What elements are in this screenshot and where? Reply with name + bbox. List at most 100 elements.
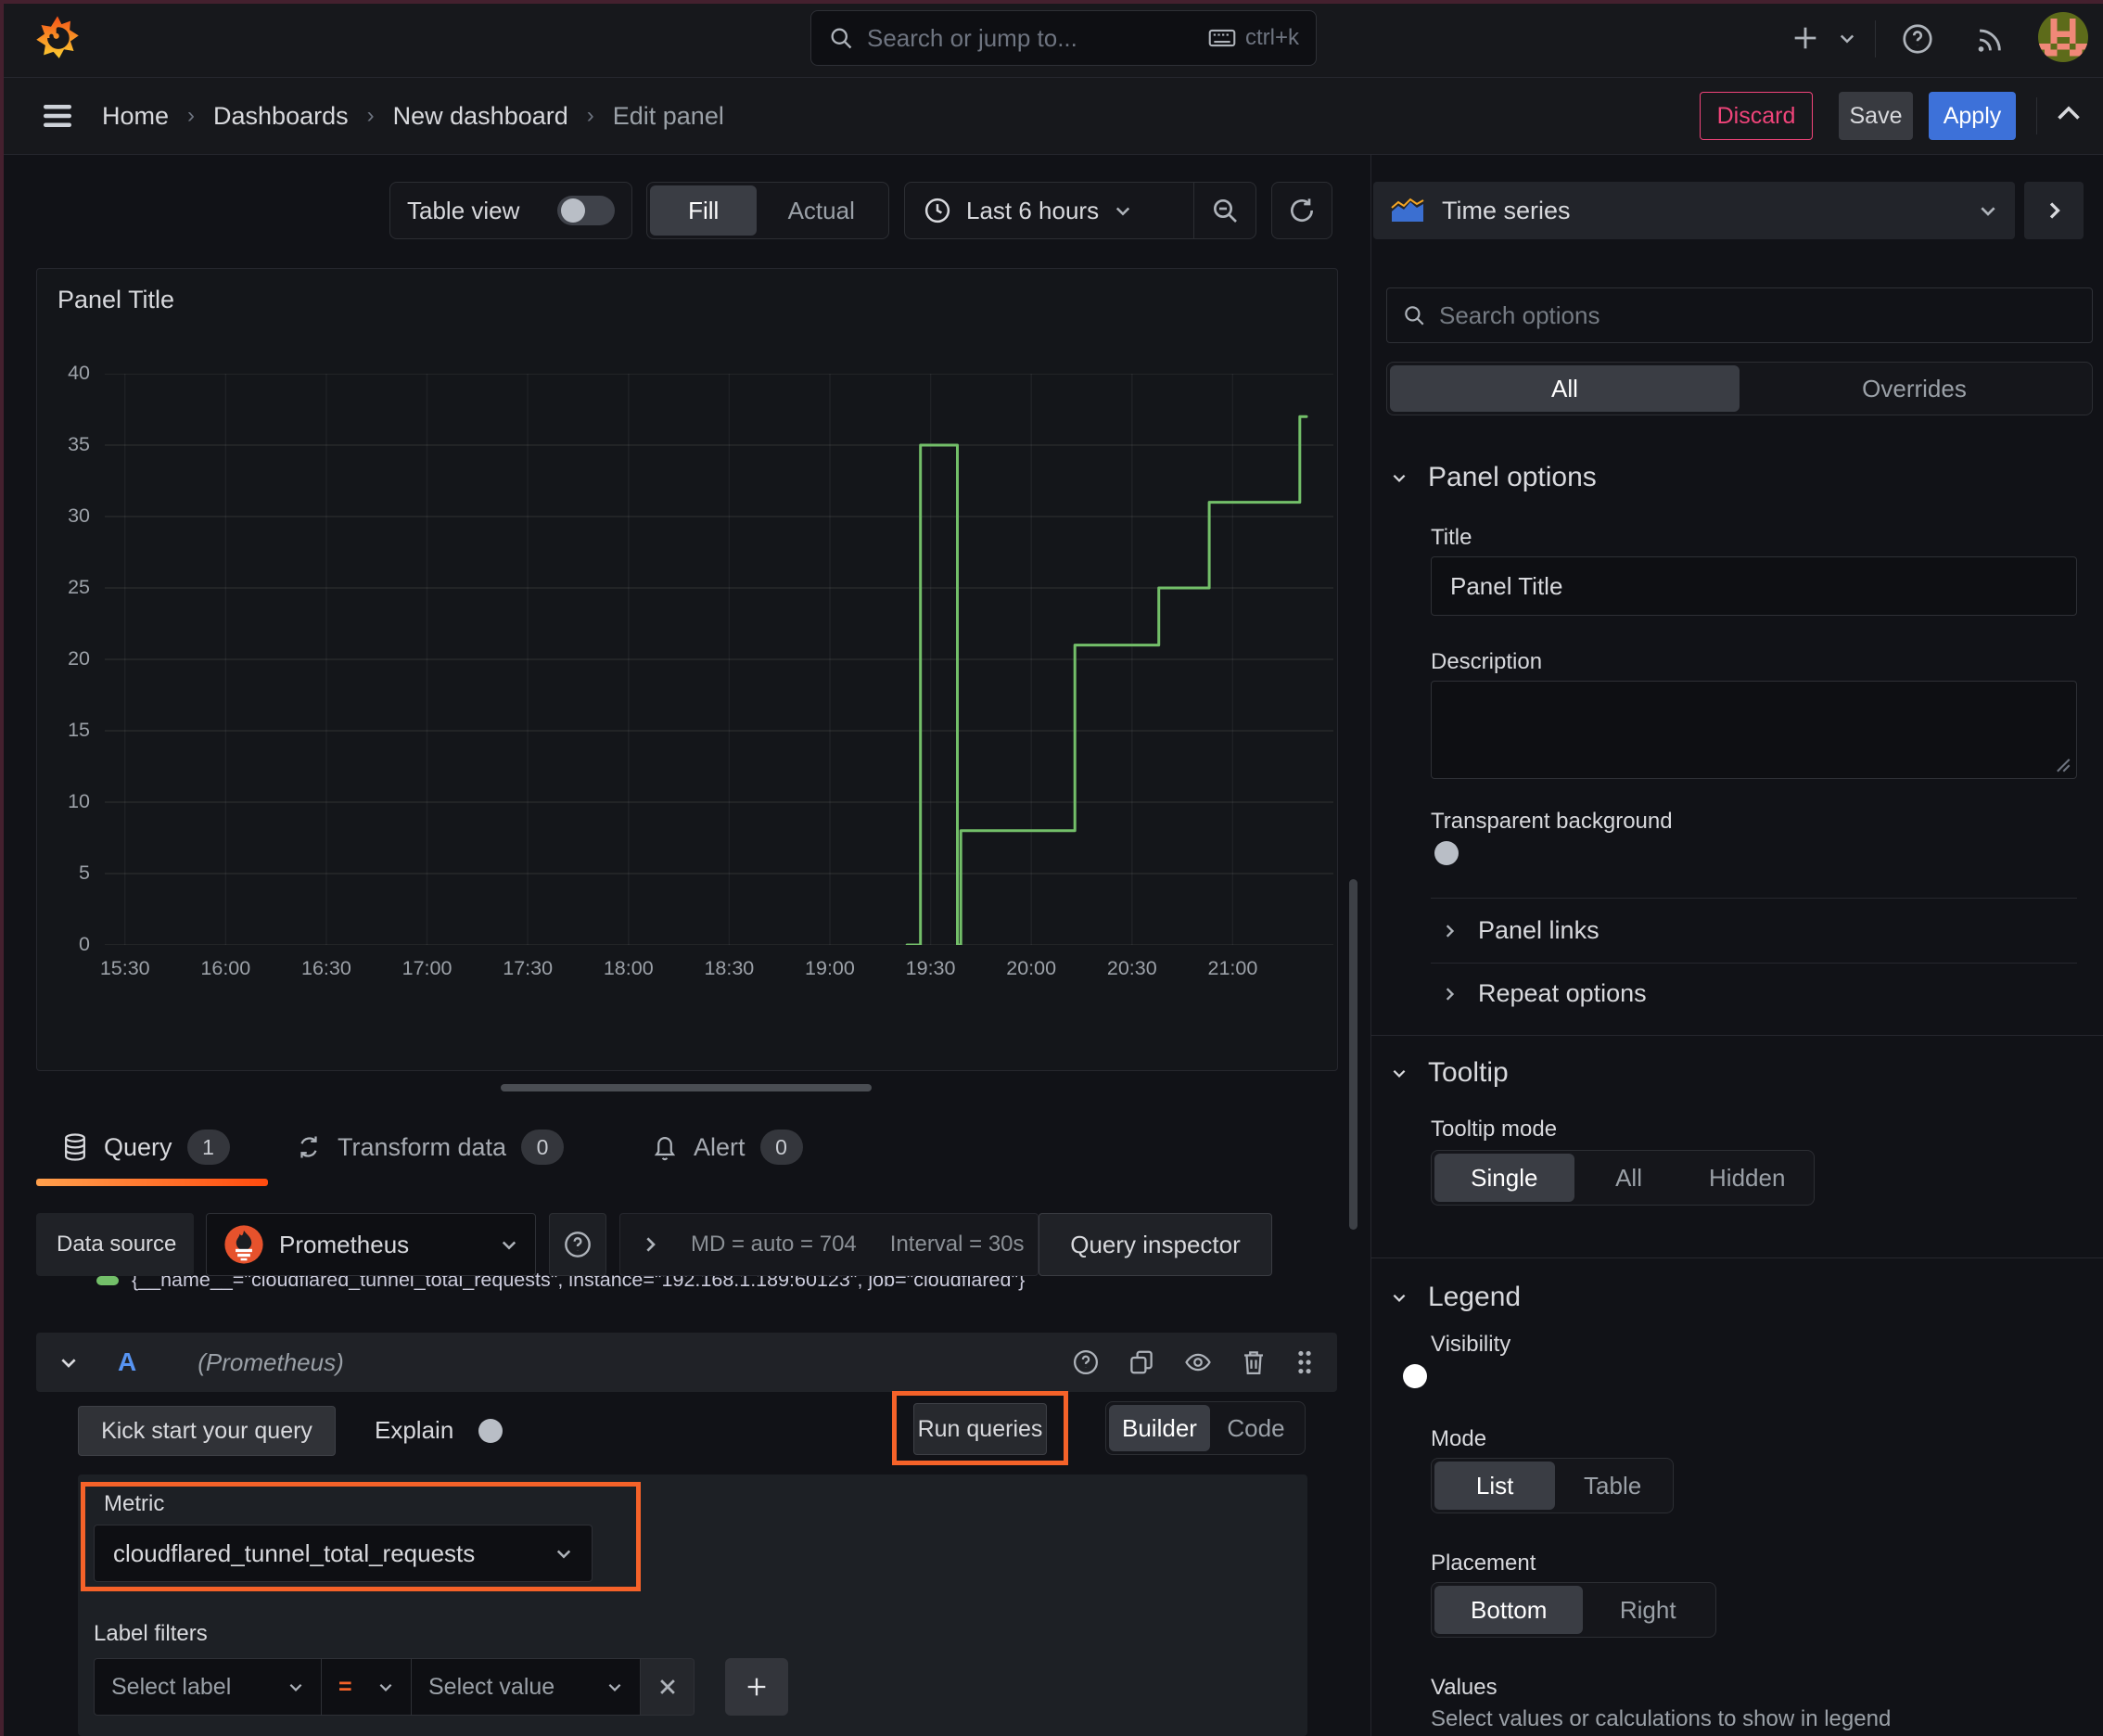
select-label-placeholder: Select label [111, 1673, 232, 1700]
panel-links-section-header[interactable]: Panel links [1443, 916, 1600, 945]
placement-right-option[interactable]: Right [1583, 1586, 1713, 1634]
select-value-dropdown[interactable]: Select value [412, 1658, 641, 1716]
duplicate-query-icon[interactable] [1128, 1348, 1155, 1376]
tooltip-section-header[interactable]: Tooltip [1391, 1057, 1509, 1089]
apply-button[interactable]: Apply [1929, 92, 2016, 140]
tab-all[interactable]: All [1390, 365, 1740, 412]
tooltip-mode-segmented: Single All Hidden [1431, 1150, 1815, 1206]
resize-grip-icon[interactable] [2054, 756, 2071, 772]
table-view-toggle[interactable] [557, 196, 615, 225]
pane-resize-handle[interactable] [501, 1084, 872, 1091]
interval-stat: Interval = 30s [889, 1232, 1025, 1257]
tab-overrides[interactable]: Overrides [1740, 365, 2089, 412]
select-label-dropdown[interactable]: Select label [94, 1658, 322, 1716]
tab-alert-label: Alert [694, 1132, 746, 1161]
zoom-out-icon[interactable] [1194, 183, 1255, 238]
title-field-label: Title [1431, 525, 1472, 550]
x-tick-label: 17:30 [503, 957, 554, 979]
code-option[interactable]: Code [1210, 1405, 1302, 1451]
table-view-label: Table view [407, 196, 520, 224]
remove-filter-button[interactable] [641, 1658, 695, 1716]
breadcrumb-separator-icon: › [187, 103, 196, 128]
options-search-input[interactable]: Search options [1386, 287, 2093, 343]
section-chevron-down-icon [1391, 1291, 1408, 1304]
datasource-help-button[interactable] [549, 1213, 606, 1276]
clock-icon [924, 197, 951, 224]
panel-title-input[interactable]: Panel Title [1431, 556, 2077, 616]
run-queries-highlight-box [892, 1391, 1068, 1465]
query-collapse-chevron-down-icon[interactable] [58, 1355, 79, 1370]
label-filter-row: Select label = Select value [94, 1658, 695, 1716]
chevron-right-icon [2046, 199, 2062, 222]
add-new-button[interactable] [1790, 22, 1821, 54]
active-tab-underline [36, 1179, 268, 1186]
repeat-options-section-header[interactable]: Repeat options [1443, 979, 1647, 1008]
placement-bottom-option[interactable]: Bottom [1434, 1586, 1584, 1634]
datasource-label: Data source [36, 1213, 194, 1276]
legend-values-label: Values [1431, 1675, 1498, 1700]
tab-transform-data[interactable]: Transform data 0 [295, 1130, 565, 1165]
plus-icon [744, 1674, 770, 1700]
breadcrumb-home[interactable]: Home [102, 102, 169, 131]
legend-table-option[interactable]: Table [1555, 1462, 1670, 1510]
grafana-logo[interactable] [32, 11, 83, 65]
breadcrumb: Home › Dashboards › New dashboard › Edit… [102, 78, 724, 154]
user-avatar[interactable] [2038, 12, 2088, 62]
tab-alert[interactable]: Alert 0 [651, 1130, 803, 1165]
chevron-right-icon [1443, 985, 1456, 1003]
legend-section-header[interactable]: Legend [1391, 1282, 1521, 1313]
y-tick-label: 5 [79, 862, 90, 884]
add-new-chevron-icon[interactable] [1838, 31, 1856, 45]
legend-list-option[interactable]: List [1434, 1462, 1556, 1510]
query-options-summary[interactable]: MD = auto = 704 Interval = 30s [619, 1213, 1039, 1276]
panel-title: Panel Title [57, 286, 175, 313]
query-ref-id[interactable]: A [118, 1347, 136, 1377]
add-filter-button[interactable] [725, 1658, 788, 1716]
divider [1431, 898, 2077, 899]
keyboard-icon [1208, 27, 1236, 49]
panel-options-section-header[interactable]: Panel options [1391, 462, 1597, 493]
datasource-picker[interactable]: Prometheus [206, 1213, 536, 1276]
refresh-button[interactable] [1271, 182, 1332, 239]
news-rss-icon[interactable] [1973, 24, 2005, 56]
visualization-picker[interactable]: Time series [1373, 182, 2015, 239]
x-tick-label: 17:00 [401, 957, 452, 979]
collapse-options-chevron-up-icon[interactable] [2055, 104, 2083, 124]
chevron-down-icon [287, 1680, 304, 1693]
time-range-picker[interactable]: Last 6 hours [905, 197, 1193, 225]
x-tick-label: 20:30 [1106, 957, 1157, 979]
global-search-input[interactable]: Search or jump to... ctrl+k [810, 10, 1317, 66]
tab-transform-label: Transform data [338, 1132, 507, 1161]
tooltip-hidden-option[interactable]: Hidden [1683, 1154, 1811, 1202]
viz-pane-collapse-button[interactable] [2024, 182, 2084, 239]
breadcrumb-dashboards[interactable]: Dashboards [213, 102, 349, 131]
x-tick-label: 20:00 [1006, 957, 1057, 979]
builder-option[interactable]: Builder [1109, 1405, 1210, 1451]
delete-query-trash-icon[interactable] [1241, 1348, 1267, 1376]
actual-option[interactable]: Actual [757, 185, 886, 236]
legend-color-swatch [96, 1275, 119, 1285]
menu-hamburger-icon[interactable] [41, 102, 74, 130]
kick-start-query-button[interactable]: Kick start your query [78, 1406, 336, 1456]
query-inspector-button[interactable]: Query inspector [1039, 1213, 1272, 1276]
section-chevron-down-icon [1391, 1066, 1408, 1079]
drag-query-grip-icon[interactable] [1294, 1348, 1315, 1376]
tab-query-label: Query [104, 1132, 172, 1161]
operator-dropdown[interactable]: = [322, 1658, 412, 1716]
tooltip-mode-label: Tooltip mode [1431, 1117, 1558, 1142]
help-icon[interactable] [1901, 22, 1934, 56]
tab-query[interactable]: Query 1 [61, 1130, 230, 1165]
hide-query-eye-icon[interactable] [1183, 1348, 1213, 1376]
search-icon [1402, 303, 1426, 327]
fill-option[interactable]: Fill [650, 185, 758, 236]
tooltip-all-option[interactable]: All [1574, 1154, 1684, 1202]
discard-button[interactable]: Discard [1700, 92, 1813, 140]
breadcrumb-new-dashboard[interactable]: New dashboard [393, 102, 568, 131]
scrollbar-thumb[interactable] [1349, 879, 1357, 1230]
query-help-icon[interactable] [1072, 1348, 1100, 1376]
y-tick-label: 15 [68, 719, 90, 741]
description-textarea[interactable] [1431, 681, 2077, 779]
time-range-label: Last 6 hours [966, 196, 1100, 224]
tooltip-single-option[interactable]: Single [1434, 1154, 1574, 1202]
save-button[interactable]: Save [1839, 92, 1913, 140]
